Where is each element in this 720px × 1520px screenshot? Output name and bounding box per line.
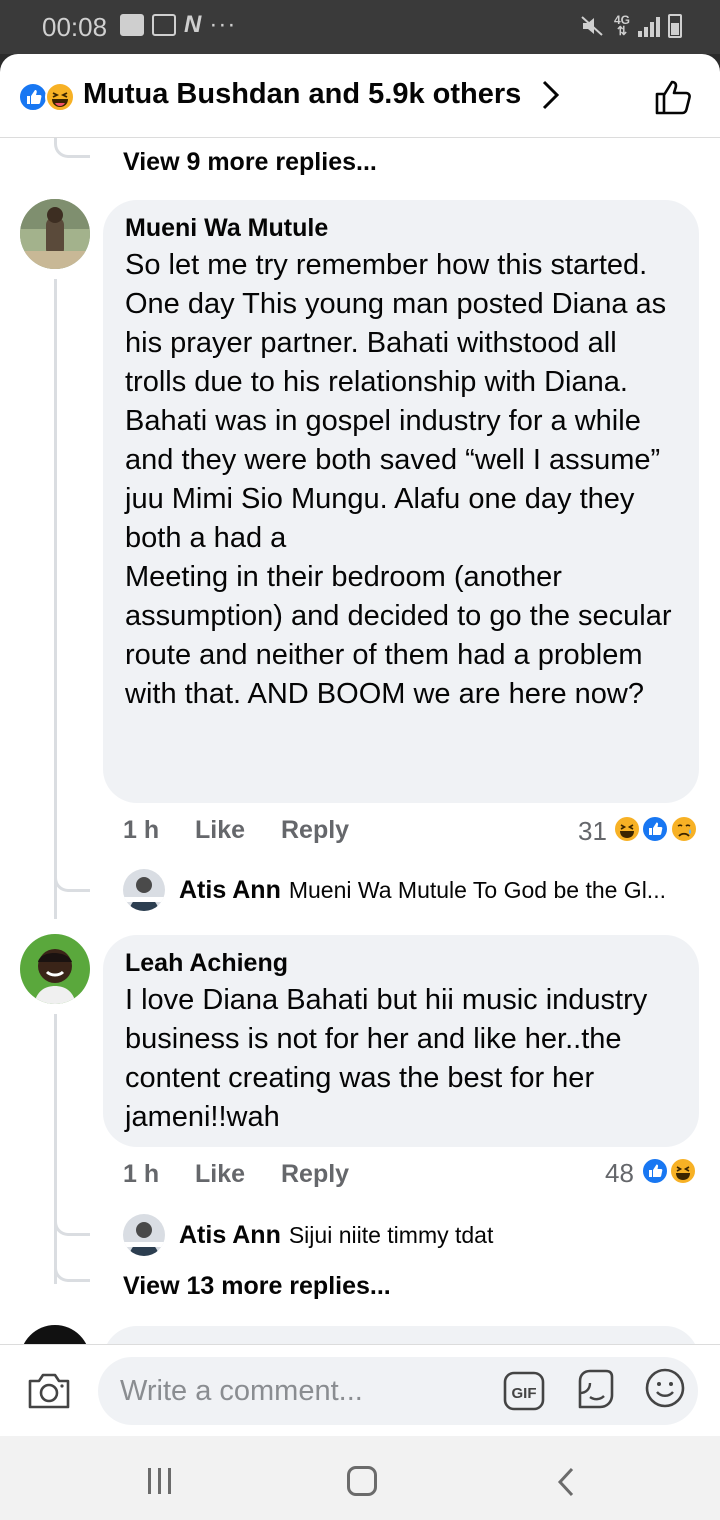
reactions-summary-icons xyxy=(18,82,75,112)
reaction-icons[interactable] xyxy=(612,814,700,844)
comment-composer: GIF xyxy=(0,1344,720,1436)
comment-bubble[interactable]: Leah Achieng I love Diana Bahati but hii… xyxy=(103,935,699,1147)
reply-avatar xyxy=(123,1214,165,1256)
avatar-photo xyxy=(20,934,90,1004)
view-more-replies-link[interactable]: View 9 more replies... xyxy=(123,148,377,177)
back-icon[interactable] xyxy=(556,1466,576,1498)
comment-author[interactable]: Mueni Wa Mutule xyxy=(125,214,679,242)
gallery-notification-icon xyxy=(152,14,176,36)
sticker-icon[interactable] xyxy=(572,1367,616,1413)
comment-bubble[interactable]: Mueni Wa Mutule So let me try remember h… xyxy=(103,200,699,803)
like-outline-icon[interactable] xyxy=(654,78,694,116)
like-button[interactable]: Like xyxy=(195,816,281,845)
comment-time: 1 h xyxy=(123,1160,160,1188)
thread-connector xyxy=(54,138,90,158)
status-time: 00:08 xyxy=(42,12,108,42)
avatar[interactable] xyxy=(20,199,90,269)
emoji-icon[interactable] xyxy=(644,1367,686,1409)
gif-icon: GIF xyxy=(503,1371,545,1411)
network-type-label: 4G ⇅ xyxy=(613,13,630,38)
thread-connector xyxy=(54,1262,90,1282)
reply-button[interactable]: Reply xyxy=(281,816,349,845)
home-button[interactable] xyxy=(347,1466,377,1496)
recent-apps-button[interactable] xyxy=(148,1468,171,1494)
status-bar: 00:08 N ··· 4G ⇅ xyxy=(0,0,720,54)
reactions-header[interactable]: Mutua Bushdan and 5.9k others xyxy=(0,54,720,138)
notification-icons: N ··· xyxy=(120,11,237,38)
comment-author[interactable]: Leah Achieng xyxy=(125,949,679,977)
avatar[interactable] xyxy=(20,934,90,1004)
more-notifications-icon: ··· xyxy=(209,11,237,38)
reply-author[interactable]: Atis Ann xyxy=(179,876,281,905)
gif-button[interactable]: GIF xyxy=(502,1369,546,1418)
mute-icon xyxy=(581,16,603,36)
netflix-notification-icon: N xyxy=(184,11,202,38)
system-nav-bar xyxy=(0,1436,720,1520)
reactions-summary-text[interactable]: Mutua Bushdan and 5.9k others xyxy=(83,78,521,111)
comment-actions: 1 h Like Reply xyxy=(123,1160,349,1189)
thread-line xyxy=(54,1014,57,1284)
comment-time: 1 h xyxy=(123,816,160,844)
reply-author[interactable]: Atis Ann xyxy=(179,1221,281,1250)
reaction-icons[interactable] xyxy=(640,1156,700,1186)
signal-icon xyxy=(638,15,660,37)
avatar-photo xyxy=(20,199,90,269)
reply-button[interactable]: Reply xyxy=(281,1160,349,1189)
system-icons: 4G ⇅ xyxy=(580,14,682,38)
comment-text: I love Diana Bahati but hii music indust… xyxy=(125,984,648,1133)
view-more-replies-link[interactable]: View 13 more replies... xyxy=(123,1272,391,1301)
thread-line xyxy=(54,279,57,919)
reaction-count[interactable]: 48 xyxy=(605,1158,634,1189)
app-notification-icon xyxy=(120,14,144,36)
comments-sheet: Mutua Bushdan and 5.9k others View 9 mor… xyxy=(0,54,720,1436)
reaction-count[interactable]: 31 xyxy=(578,816,607,847)
battery-icon xyxy=(668,14,682,38)
chevron-right-icon[interactable] xyxy=(540,78,562,112)
like-button[interactable]: Like xyxy=(195,1160,281,1189)
reply-preview[interactable]: Atis Ann Mueni Wa Mutule To God be the G… xyxy=(123,869,666,911)
thread-connector xyxy=(54,874,90,892)
reply-avatar-photo xyxy=(123,1214,165,1256)
comment-actions: 1 h Like Reply xyxy=(123,816,349,845)
reply-avatar xyxy=(123,869,165,911)
thread-connector xyxy=(54,1218,90,1236)
reply-avatar-photo xyxy=(123,869,165,911)
camera-icon[interactable] xyxy=(26,1371,72,1411)
comment-text: So let me try remember how this started.… xyxy=(125,249,672,710)
reply-preview[interactable]: Atis Ann Sijui niite timmy tdat xyxy=(123,1214,493,1256)
gif-label: GIF xyxy=(512,1385,537,1402)
reply-text: Sijui niite timmy tdat xyxy=(288,1221,494,1248)
reply-text: Mueni Wa Mutule To God be the Gl... xyxy=(288,876,666,903)
